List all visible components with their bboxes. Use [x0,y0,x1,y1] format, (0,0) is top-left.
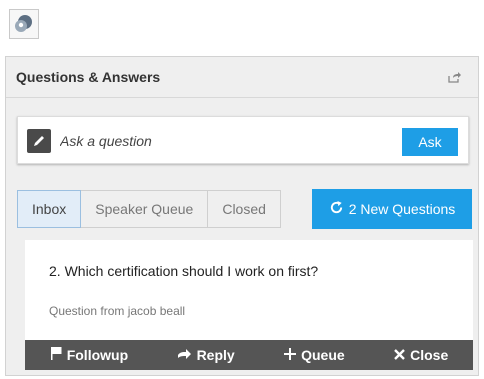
close-question-button[interactable]: Close [394,347,448,363]
question-tabs: Inbox Speaker Queue Closed [17,190,281,228]
question-card: 2. Which certification should I work on … [25,240,473,370]
plus-icon [284,347,297,363]
qa-panel: Questions & Answers Ask Inbox Speaker Qu… [5,56,479,376]
queue-button[interactable]: Queue [284,347,345,363]
support-bubble-icon[interactable] [9,9,39,39]
tab-speaker-queue[interactable]: Speaker Queue [80,190,209,228]
close-icon [394,347,405,363]
pencil-icon [27,129,51,153]
flag-icon [50,347,62,363]
tab-inbox[interactable]: Inbox [17,190,82,228]
followup-button[interactable]: Followup [50,347,128,363]
new-questions-button[interactable]: 2 New Questions [312,189,472,229]
reply-button[interactable]: Reply [177,347,235,363]
arrow-right-icon [177,347,192,363]
question-text: 2. Which certification should I work on … [49,263,319,279]
new-questions-label: 2 New Questions [348,201,456,217]
question-action-bar: Followup Reply Queue Close [25,340,473,370]
ask-question-card: Ask [17,116,469,164]
followup-label: Followup [66,347,129,363]
close-label: Close [410,347,449,363]
question-author: Question from jacob beall [49,304,186,318]
tab-closed[interactable]: Closed [207,190,281,228]
queue-label: Queue [301,347,345,363]
popout-icon[interactable] [446,68,464,86]
ask-question-input[interactable] [60,127,400,155]
panel-title: Questions & Answers [16,69,161,85]
refresh-icon [329,200,344,218]
ask-button[interactable]: Ask [402,128,458,156]
reply-label: Reply [196,347,235,363]
panel-header: Questions & Answers [6,57,478,98]
